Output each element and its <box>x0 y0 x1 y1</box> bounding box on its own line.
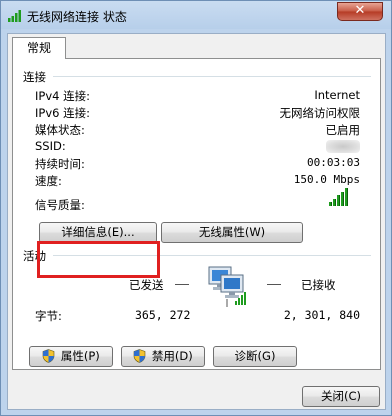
received-label: 已接收 <box>301 278 336 292</box>
speed-value: 150.0 Mbps <box>293 173 360 186</box>
bytes-sent-value: 365, 272 <box>135 308 191 322</box>
window-title: 无线网络连接 状态 <box>27 10 127 24</box>
properties-button-label: 属性(P) <box>60 349 100 363</box>
ipv4-label: IPv4 连接: <box>35 89 90 103</box>
ipv4-value: Internet <box>314 88 360 102</box>
disable-button[interactable]: 禁用(D) <box>121 346 205 367</box>
media-state-value: 已启用 <box>325 123 361 137</box>
connection-group-title: 连接 <box>23 70 46 84</box>
signal-bar <box>337 195 340 206</box>
wireless-signal-icon <box>8 10 21 22</box>
bytes-received-value: 2, 301, 840 <box>283 308 360 322</box>
details-button[interactable]: 详细信息(E)... <box>39 222 157 243</box>
media-state-label: 媒体状态: <box>35 123 85 137</box>
ipv6-value: 无网络访问权限 <box>279 106 361 120</box>
bytes-label: 字节: <box>35 309 62 323</box>
duration-value: 00:03:03 <box>307 156 360 169</box>
close-button[interactable]: 关闭(C) <box>302 386 380 407</box>
uac-shield-icon <box>133 349 146 363</box>
disable-button-label: 禁用(D) <box>151 349 193 363</box>
wireless-properties-button[interactable]: 无线属性(W) <box>161 222 303 243</box>
uac-shield-icon <box>42 349 55 363</box>
status-window: 无线网络连接 状态 ✕ 常规 连接 IPv4 连接: Internet IPv6… <box>0 0 392 416</box>
general-tab-panel: 连接 IPv4 连接: Internet IPv6 连接: 无网络访问权限 媒体… <box>12 58 381 370</box>
signal-quality-bars <box>329 188 351 206</box>
sent-label: 已发送 <box>129 278 164 292</box>
connection-group-divider <box>53 76 371 77</box>
ipv6-label: IPv6 连接: <box>35 106 90 120</box>
title-bar[interactable]: 无线网络连接 状态 ✕ <box>1 1 391 29</box>
signal-bar <box>329 202 332 206</box>
sent-dash <box>175 284 189 285</box>
diagnose-button[interactable]: 诊断(G) <box>213 346 297 367</box>
speed-label: 速度: <box>35 174 62 188</box>
close-window-button[interactable]: ✕ <box>337 2 383 21</box>
properties-button[interactable]: 属性(P) <box>29 346 113 367</box>
signal-bar <box>345 188 348 206</box>
close-icon: ✕ <box>354 3 366 18</box>
signal-quality-label: 信号质量: <box>35 198 85 212</box>
signal-bar <box>341 191 344 206</box>
received-dash <box>267 284 281 285</box>
signal-bar <box>333 198 336 206</box>
ssid-label: SSID: <box>35 139 66 153</box>
dialog-client-area: 常规 连接 IPv4 连接: Internet IPv6 连接: 无网络访问权限… <box>7 33 386 410</box>
network-computers-icon <box>208 266 246 307</box>
tab-general[interactable]: 常规 <box>12 37 66 59</box>
duration-label: 持续时间: <box>35 157 85 171</box>
ssid-value-blurred <box>326 140 360 153</box>
details-button-highlight <box>37 241 160 278</box>
